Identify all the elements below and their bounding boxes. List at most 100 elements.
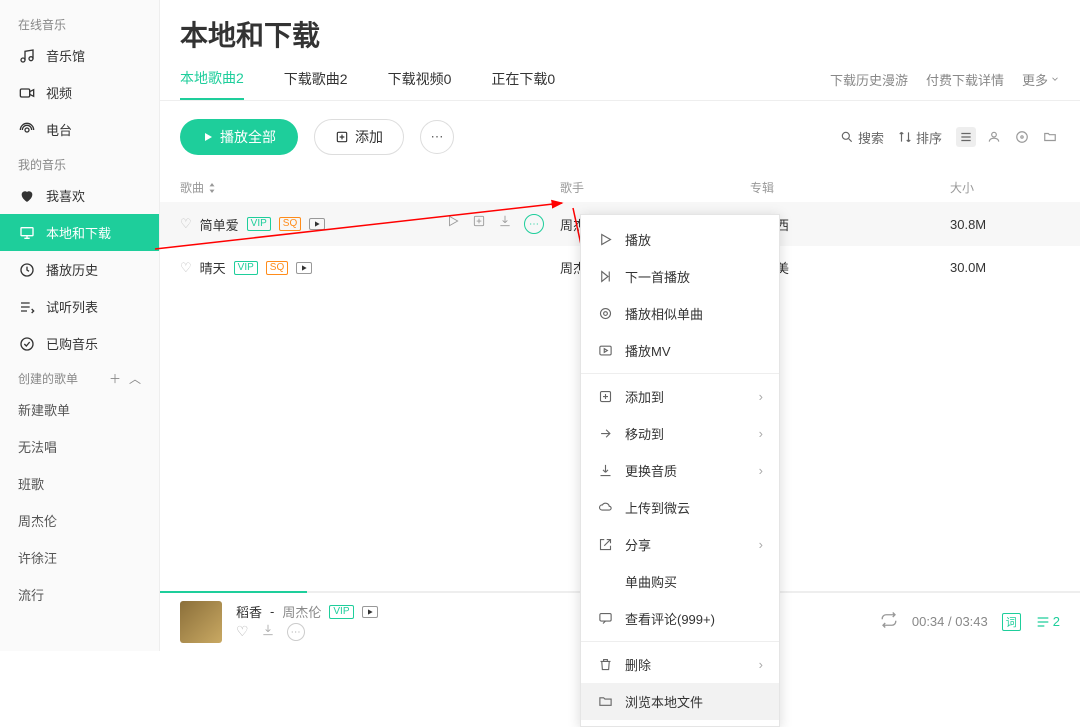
playlist-item[interactable]: 流行 xyxy=(0,576,159,613)
folder-icon xyxy=(597,694,613,710)
player-download-icon[interactable] xyxy=(261,623,275,641)
sidebar-section-mine: 我的音乐 xyxy=(0,148,159,177)
paid-download-detail-link[interactable]: 付费下载详情 xyxy=(926,70,1004,89)
player-favorite-icon[interactable]: ♡ xyxy=(236,623,249,641)
context-item-buy[interactable]: 单曲购买 xyxy=(581,563,779,600)
favorite-icon[interactable]: ♡ xyxy=(180,216,192,232)
mv-icon[interactable] xyxy=(296,262,312,274)
context-item-label: 单曲购买 xyxy=(625,572,677,591)
loop-icon[interactable] xyxy=(880,611,898,632)
download-history-link[interactable]: 下载历史漫游 xyxy=(830,70,908,89)
playlist-item[interactable]: 许徐汪 xyxy=(0,539,159,576)
sidebar-item-history[interactable]: 播放历史 xyxy=(0,251,159,288)
collapse-icon[interactable]: ︿ xyxy=(129,370,141,387)
song-album[interactable]: 叶惠美 xyxy=(750,258,950,277)
add-button[interactable]: 添加 xyxy=(314,119,404,155)
page-title: 本地和下载 xyxy=(160,0,1080,68)
more-dropdown[interactable]: 更多 xyxy=(1022,70,1060,89)
playlist-item[interactable]: 无法唱 xyxy=(0,428,159,465)
context-item-folder[interactable]: 浏览本地文件 xyxy=(581,683,779,720)
tab-downloaded-videos[interactable]: 下载视频0 xyxy=(388,69,452,99)
context-item-cloud[interactable]: 上传到微云 xyxy=(581,489,779,526)
music-note-icon xyxy=(18,47,36,65)
view-artist-icon[interactable] xyxy=(984,127,1004,147)
heart-icon xyxy=(18,187,36,205)
playlist-item[interactable]: 班歌 xyxy=(0,465,159,502)
column-size[interactable]: 大小 xyxy=(950,179,1060,196)
now-playing-artist[interactable]: 周杰伦 xyxy=(282,602,321,621)
context-item-label: 添加到 xyxy=(625,387,664,406)
similar-icon xyxy=(597,306,613,322)
column-album[interactable]: 专辑 xyxy=(750,179,950,196)
context-item-mv[interactable]: 播放MV xyxy=(581,332,779,369)
play-icon xyxy=(202,131,214,143)
view-list-icon[interactable] xyxy=(956,127,976,147)
vip-badge: VIP xyxy=(329,605,353,619)
context-item-share[interactable]: 分享› xyxy=(581,526,779,563)
context-item-delete[interactable]: 删除› xyxy=(581,646,779,683)
sidebar-item-label: 电台 xyxy=(46,120,72,139)
context-item-comment[interactable]: 查看评论(999+) xyxy=(581,600,779,637)
sidebar-item-favorites[interactable]: 我喜欢 xyxy=(0,177,159,214)
sidebar-item-local-download[interactable]: 本地和下载 xyxy=(0,214,159,251)
context-item-move[interactable]: 移动到› xyxy=(581,415,779,452)
sidebar-item-label: 音乐馆 xyxy=(46,46,85,65)
sidebar-section-created: 创建的歌单 ＋ ︿ xyxy=(0,362,159,391)
play-all-button[interactable]: 播放全部 xyxy=(180,119,298,155)
playlist-item[interactable]: 新建歌单 xyxy=(0,391,159,428)
album-cover[interactable] xyxy=(180,601,222,643)
more-actions-button[interactable]: ⋯ xyxy=(420,120,454,154)
view-folder-icon[interactable] xyxy=(1040,127,1060,147)
context-item-quality[interactable]: 更换音质 › xyxy=(581,452,779,489)
player-more-icon[interactable]: ⋯ xyxy=(287,623,305,641)
column-artist[interactable]: 歌手 xyxy=(560,179,750,196)
add-playlist-icon[interactable]: ＋ xyxy=(109,370,121,387)
song-album[interactable]: 范特西 xyxy=(750,215,950,234)
chevron-right-icon: › xyxy=(759,657,763,672)
playlist-item[interactable]: 周杰伦 xyxy=(0,502,159,539)
context-item-next[interactable]: 下一首播放 xyxy=(581,258,779,295)
row-download-icon[interactable] xyxy=(498,214,512,234)
add-icon xyxy=(597,389,613,405)
mv-icon[interactable] xyxy=(362,606,378,618)
tabs: 本地歌曲2 下载歌曲2 下载视频0 正在下载0 下载历史漫游 付费下载详情 更多 xyxy=(160,68,1080,101)
row-play-icon[interactable] xyxy=(446,214,460,234)
vip-badge: VIP xyxy=(247,217,271,231)
sidebar-item-label: 播放历史 xyxy=(46,260,98,279)
context-item-label: 移动到 xyxy=(625,424,664,443)
favorite-icon[interactable]: ♡ xyxy=(180,260,192,276)
sidebar-item-video[interactable]: 视频 xyxy=(0,74,159,111)
view-album-icon[interactable] xyxy=(1012,127,1032,147)
comment-icon xyxy=(597,611,613,627)
sort-indicator-icon xyxy=(208,183,216,193)
context-item-play[interactable]: 播放 xyxy=(581,221,779,258)
context-item-add[interactable]: 添加到› xyxy=(581,378,779,415)
row-add-icon[interactable] xyxy=(472,214,486,234)
tab-local-songs[interactable]: 本地歌曲2 xyxy=(180,68,244,100)
row-more-button[interactable]: ⋯ xyxy=(524,214,544,234)
sort-icon xyxy=(898,130,912,144)
sidebar-item-trial-list[interactable]: 试听列表 xyxy=(0,288,159,325)
context-item-label: 查看评论(999+) xyxy=(625,609,715,628)
sidebar-item-label: 我喜欢 xyxy=(46,186,85,205)
column-song[interactable]: 歌曲 xyxy=(180,179,560,196)
tab-downloaded-songs[interactable]: 下载歌曲2 xyxy=(284,69,348,99)
now-playing-title[interactable]: 稻香 xyxy=(236,602,262,621)
search-button[interactable]: 搜索 xyxy=(840,128,884,147)
tab-downloading[interactable]: 正在下载0 xyxy=(491,69,555,99)
sidebar-item-radio[interactable]: 电台 xyxy=(0,111,159,148)
sq-badge: SQ xyxy=(266,261,288,275)
context-menu: 播放下一首播放播放相似单曲播放MV添加到›移动到›更换音质›上传到微云分享›单曲… xyxy=(580,214,780,727)
monitor-icon xyxy=(18,224,36,242)
video-icon xyxy=(18,84,36,102)
mv-icon[interactable] xyxy=(309,218,325,230)
context-item-label: 更换音质 xyxy=(625,461,677,480)
lyric-button[interactable]: 词 xyxy=(1002,613,1021,631)
sidebar-item-music-hall[interactable]: 音乐馆 xyxy=(0,37,159,74)
context-item-similar[interactable]: 播放相似单曲 xyxy=(581,295,779,332)
context-item-label: 播放相似单曲 xyxy=(625,304,703,323)
sidebar-item-purchased[interactable]: 已购音乐 xyxy=(0,325,159,362)
queue-button[interactable]: 2 xyxy=(1035,614,1060,630)
chevron-right-icon: › xyxy=(759,463,763,478)
sort-button[interactable]: 排序 xyxy=(898,128,942,147)
